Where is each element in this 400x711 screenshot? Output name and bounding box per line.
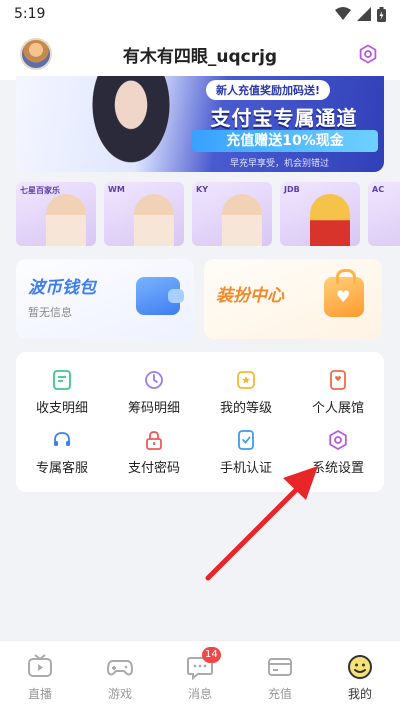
game-strip: 七星百家乐 WM KY JDB AC [16, 182, 400, 246]
grid-item-personal-gallery[interactable]: 个人展馆 [292, 362, 384, 422]
nav-item-messages[interactable]: 14 消息 [170, 647, 230, 711]
phone-verify-icon [238, 429, 254, 450]
nav-item-games[interactable]: 游戏 [90, 653, 150, 711]
username: 有木有四眼_uqcrjg [122, 46, 278, 67]
promo-banner[interactable]: 新人充值奖励加码送! 支付宝专属通道 充值赠送10%现金 早充早享受，机会别错过 [16, 76, 384, 172]
grid-item-system-settings[interactable]: 系统设置 [292, 422, 384, 482]
nav-label: 游戏 [107, 687, 132, 701]
grid-label: 系统设置 [311, 460, 364, 476]
grid-item-chip-detail[interactable]: 筹码明细 [108, 362, 200, 422]
grid-label: 个人展馆 [311, 400, 364, 416]
status-bar: 5:19 [0, 0, 400, 28]
nav-label: 消息 [187, 687, 212, 701]
game-name: AC [372, 185, 385, 194]
banner-tag: 新人充值奖励加码送! [206, 80, 331, 100]
function-grid: 收支明细 筹码明细 我的等级 个人展馆 专属客服 支付密码 手机认证 系统设置 [16, 352, 384, 492]
grid-label: 我的等级 [219, 400, 272, 416]
grid-label: 手机认证 [219, 460, 272, 476]
level-star-icon [237, 370, 255, 389]
grid-item-payment-password[interactable]: 支付密码 [108, 422, 200, 482]
settings-icon [329, 429, 347, 450]
game-card[interactable]: KY [192, 182, 272, 246]
grid-label: 专属客服 [35, 460, 88, 476]
nav-label: 我的 [347, 687, 372, 701]
grid-label: 收支明细 [35, 400, 88, 416]
game-card[interactable]: 七星百家乐 [16, 182, 96, 246]
gallery-icon [330, 369, 346, 390]
banner-title: 支付宝专属通道 [210, 106, 358, 130]
banner-subtitle: 充值赠送10%现金 [192, 130, 378, 152]
grid-label: 筹码明细 [127, 400, 180, 416]
grid-item-customer-service[interactable]: 专属客服 [16, 422, 108, 482]
profile-header: 有木有四眼_uqcrjg [0, 32, 400, 76]
nav-item-recharge[interactable]: 充值 [250, 653, 310, 711]
receipt-icon [53, 369, 71, 390]
history-icon [145, 370, 163, 389]
headset-icon [54, 431, 70, 446]
tv-icon [28, 654, 52, 677]
grid-item-my-level[interactable]: 我的等级 [200, 362, 292, 422]
nav-item-live[interactable]: 直播 [10, 653, 70, 711]
banner-model-image [86, 76, 176, 172]
card-icon [268, 658, 292, 676]
wallet-icon [136, 277, 184, 315]
dress-center-card[interactable]: 装扮中心 [204, 259, 382, 339]
signal-icon [357, 7, 371, 21]
battery-icon [377, 6, 386, 22]
nav-label: 直播 [27, 687, 52, 701]
game-image [222, 194, 262, 246]
gamepad-icon [106, 660, 134, 676]
game-image [46, 194, 86, 246]
game-name: WM [108, 185, 125, 194]
settings-icon[interactable] [358, 44, 378, 64]
message-badge: 14 [202, 647, 221, 663]
game-name: KY [196, 185, 208, 194]
shopping-bag-icon [324, 269, 364, 317]
grid-item-phone-verify[interactable]: 手机认证 [200, 422, 292, 482]
smiley-icon [348, 655, 372, 679]
game-card[interactable]: WM [104, 182, 184, 246]
game-name: JDB [284, 185, 300, 194]
avatar[interactable] [20, 38, 52, 70]
game-image [310, 194, 350, 246]
game-image [134, 194, 174, 246]
status-time: 5:19 [14, 6, 46, 22]
grid-item-income-expense[interactable]: 收支明细 [16, 362, 108, 422]
banner-footnote: 早充早享受，机会别错过 [230, 159, 330, 169]
game-card[interactable]: JDB [280, 182, 360, 246]
nav-label: 充值 [267, 687, 292, 701]
status-icons [335, 6, 386, 22]
wallet-card[interactable]: 波币钱包 暂无信息 [16, 259, 194, 339]
grid-label: 支付密码 [127, 460, 180, 476]
wifi-icon [335, 7, 351, 20]
game-card[interactable]: AC [368, 182, 400, 246]
bottom-nav: 直播 游戏 14 消息 充值 我的 [0, 640, 400, 711]
nav-item-mine[interactable]: 我的 [330, 653, 390, 711]
lock-icon [146, 430, 162, 450]
game-name: 七星百家乐 [20, 186, 60, 195]
